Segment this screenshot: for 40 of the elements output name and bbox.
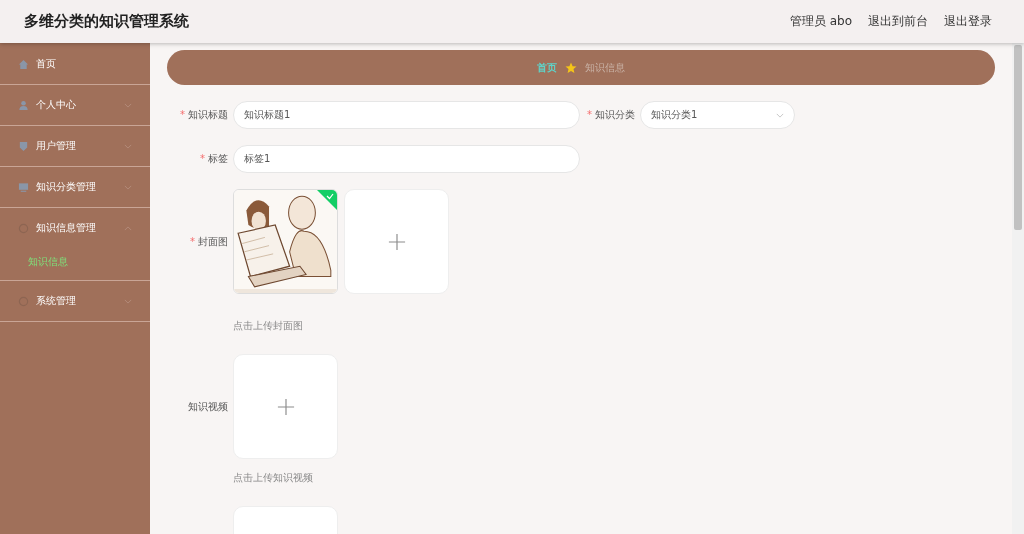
header-link[interactable]: 退出登录 xyxy=(944,13,992,30)
required-mark: * xyxy=(180,109,185,120)
text-field[interactable]: 知识标题1 xyxy=(233,101,580,129)
menu-item[interactable]: 知识分类管理 xyxy=(0,167,150,207)
chevron-icon xyxy=(124,102,132,108)
menu-item[interactable]: 系统管理 xyxy=(0,281,150,321)
text-field[interactable]: 标签1 xyxy=(233,145,580,173)
plus-icon xyxy=(276,397,295,416)
upload-hint: 点击上传封面图 xyxy=(232,319,304,333)
home-icon xyxy=(18,58,29,70)
chevron-icon xyxy=(124,225,132,231)
dropdown-field[interactable]: 知识分类1 xyxy=(640,101,795,129)
menu-item[interactable]: 个人中心 xyxy=(0,85,150,125)
field-label: 知识视频 xyxy=(188,400,228,412)
field-label: 封面图 xyxy=(198,235,228,247)
chevron-icon xyxy=(124,298,132,304)
menu-item[interactable]: 首页 xyxy=(0,44,150,84)
plus-icon xyxy=(387,232,406,251)
person-icon xyxy=(18,99,29,111)
user-menu[interactable]: 管理员 abo xyxy=(789,13,852,30)
menu-item[interactable]: 用户管理 xyxy=(0,126,150,166)
upload-button[interactable] xyxy=(344,189,449,294)
field-label: 知识分类 xyxy=(595,109,635,120)
chevron-icon xyxy=(124,143,132,149)
breadcrumb-link[interactable]: 首页 xyxy=(537,60,557,75)
chevron-icon xyxy=(124,184,132,190)
field-label: 标签 xyxy=(208,153,228,164)
shield-icon xyxy=(18,140,29,152)
chevron-icon xyxy=(776,112,784,118)
required-mark: * xyxy=(190,235,195,247)
field-label: 知识标题 xyxy=(188,109,228,120)
required-mark: * xyxy=(200,153,205,164)
required-mark: * xyxy=(587,109,592,120)
header-link[interactable]: 退出到前台 xyxy=(868,13,928,30)
monitor-icon xyxy=(18,181,29,193)
upload-button[interactable] xyxy=(233,354,338,459)
upload-hint: 点击上传知识视频 xyxy=(232,471,314,485)
star-icon xyxy=(565,61,577,74)
app-title: 多维分类的知识管理系统 xyxy=(24,12,189,31)
scrollbar[interactable] xyxy=(1012,43,1024,534)
